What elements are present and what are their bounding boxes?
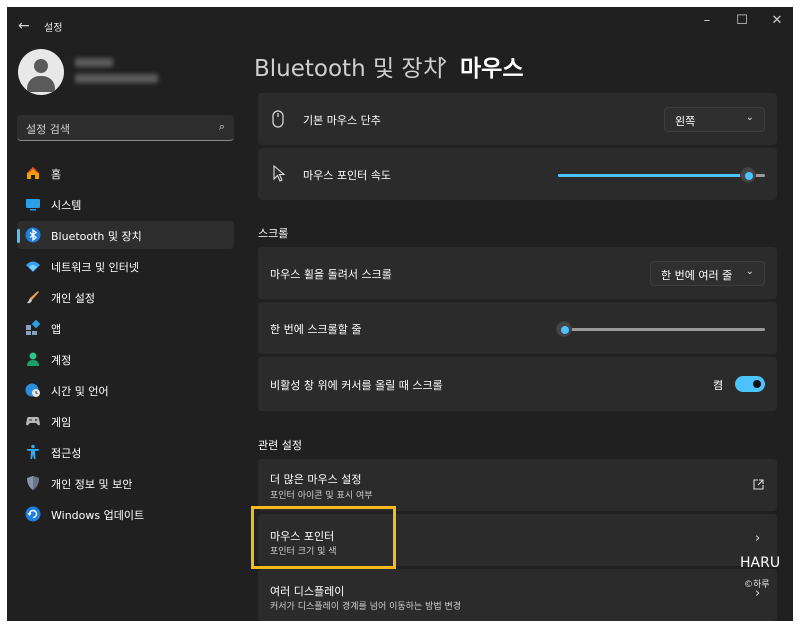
- lines-scroll-card: 한 번에 스크롤할 줄: [258, 302, 777, 354]
- settings-window: ← 설정 – ☐ ✕ 설정 검색 ⌕ 홈 시스템 Bluetooth 및 장치 …: [7, 7, 793, 621]
- wheel-scroll-dropdown[interactable]: 한 번에 여러 줄 ⌄: [650, 261, 765, 286]
- active-indicator: [17, 229, 20, 243]
- lines-scroll-label: 한 번에 스크롤할 줄: [270, 323, 362, 336]
- sidebar-item-personalization[interactable]: 개인 설정: [17, 283, 234, 311]
- sidebar-item-accessibility[interactable]: 접근성: [17, 438, 234, 466]
- network-icon: [26, 261, 40, 272]
- related-item-label: 더 많은 마우스 설정: [270, 473, 362, 486]
- gamepad-icon: [26, 417, 40, 426]
- update-icon: [25, 506, 41, 522]
- search-icon: ⌕: [218, 120, 225, 133]
- sidebar-item-label: 앱: [51, 323, 62, 336]
- sidebar-item-label: 네트워크 및 인터넷: [51, 261, 139, 274]
- chevron-down-icon: ⌄: [745, 112, 754, 123]
- minimize-icon[interactable]: –: [697, 13, 717, 28]
- more-mouse-settings-link[interactable]: 더 많은 마우스 설정 포인터 아이콘 및 표시 여부: [258, 459, 777, 511]
- slider-thumb[interactable]: [740, 167, 756, 183]
- section-title-related: 관련 설정: [258, 439, 302, 452]
- slider-fill: [558, 174, 748, 177]
- inactive-scroll-toggle[interactable]: [735, 376, 765, 392]
- sidebar-item-label: 시스템: [51, 199, 82, 212]
- related-item-subtitle: 커서가 디스플레이 경계를 넘어 이동하는 방법 변경: [270, 602, 462, 612]
- sidebar-item-apps[interactable]: 앱: [17, 314, 234, 342]
- inactive-scroll-card: 비활성 창 위에 커서를 올릴 때 스크롤 켬: [258, 357, 777, 411]
- watermark-copyright: ©하루: [744, 580, 770, 590]
- sidebar-item-label: 게임: [51, 416, 72, 429]
- close-icon[interactable]: ✕: [767, 13, 787, 28]
- apps-icon: [26, 320, 41, 335]
- person-icon: [34, 59, 48, 73]
- globe-clock-icon: [25, 383, 40, 397]
- dropdown-value: 왼쪽: [675, 115, 696, 128]
- sidebar-item-label: 접근성: [51, 447, 82, 460]
- open-external-icon: [753, 479, 764, 490]
- related-item-label: 여러 디스플레이: [270, 585, 345, 598]
- blurred-username: [75, 58, 113, 67]
- sidebar-item-gaming[interactable]: 게임: [17, 407, 234, 435]
- primary-button-card: 기본 마우스 단추 왼쪽 ⌄: [258, 93, 777, 145]
- system-icon: [26, 199, 40, 211]
- sidebar-item-label: 홈: [51, 168, 62, 181]
- search-placeholder: 설정 검색: [26, 123, 70, 136]
- sidebar-item-network[interactable]: 네트워크 및 인터넷: [17, 252, 234, 280]
- dropdown-value: 한 번에 여러 줄: [661, 269, 733, 282]
- avatar[interactable]: [18, 49, 64, 95]
- chevron-down-icon: ⌄: [745, 266, 754, 277]
- home-icon: [27, 167, 39, 179]
- pointer-speed-label: 마우스 포인터 속도: [303, 169, 391, 182]
- section-title-scroll: 스크롤: [258, 227, 289, 240]
- back-arrow-icon[interactable]: ←: [18, 18, 30, 34]
- breadcrumb-separator: ›: [439, 49, 448, 74]
- slider-thumb[interactable]: [556, 321, 572, 337]
- sidebar-item-privacy[interactable]: 개인 정보 및 보안: [17, 469, 234, 497]
- mouse-icon: [272, 110, 284, 128]
- sidebar-item-system[interactable]: 시스템: [17, 190, 234, 218]
- slider-track: [558, 328, 765, 331]
- pointer-speed-slider[interactable]: [558, 167, 765, 183]
- sidebar-item-bluetooth[interactable]: Bluetooth 및 장치: [17, 221, 234, 249]
- multiple-displays-link[interactable]: 여러 디스플레이 커서가 디스플레이 경계를 넘어 이동하는 방법 변경 ›: [258, 569, 777, 621]
- pointer-speed-card: 마우스 포인터 속도: [258, 148, 777, 200]
- accessibility-icon: [27, 444, 39, 459]
- shield-icon: [27, 476, 39, 490]
- related-item-subtitle: 포인터 아이콘 및 표시 여부: [270, 491, 373, 501]
- chevron-right-icon: ›: [755, 531, 761, 546]
- breadcrumb-parent[interactable]: Bluetooth 및 장치: [254, 49, 444, 83]
- wheel-scroll-label: 마우스 휠을 돌려서 스크롤: [270, 268, 392, 281]
- sidebar-item-windows-update[interactable]: Windows 업데이트: [17, 500, 234, 528]
- toggle-state-label: 켬: [713, 379, 724, 392]
- primary-button-label: 기본 마우스 단추: [303, 114, 381, 127]
- sidebar-item-label: 개인 설정: [51, 292, 95, 305]
- brush-icon: [27, 291, 39, 304]
- blurred-email: [75, 74, 158, 83]
- maximize-icon[interactable]: ☐: [732, 13, 752, 28]
- watermark-text: HARU: [740, 555, 781, 571]
- page-title: 마우스: [460, 56, 524, 82]
- sidebar-item-label: 개인 정보 및 보안: [51, 478, 133, 491]
- app-title: 설정: [44, 23, 63, 34]
- wheel-scroll-card: 마우스 휠을 돌려서 스크롤 한 번에 여러 줄 ⌄: [258, 247, 777, 299]
- sidebar-item-label: 계정: [51, 354, 72, 367]
- sidebar-item-label: Windows 업데이트: [51, 509, 145, 522]
- sidebar-item-home[interactable]: 홈: [17, 159, 234, 187]
- sidebar-item-label: Bluetooth 및 장치: [51, 230, 142, 243]
- cursor-icon: [273, 165, 286, 182]
- sidebar-item-label: 시간 및 언어: [51, 385, 109, 398]
- bluetooth-icon: [25, 227, 41, 243]
- search-input[interactable]: 설정 검색 ⌕: [17, 115, 234, 141]
- account-icon: [27, 352, 39, 366]
- lines-scroll-slider[interactable]: [556, 321, 765, 337]
- sidebar-item-time-language[interactable]: 시간 및 언어: [17, 376, 234, 404]
- highlight-box: [251, 506, 396, 569]
- inactive-scroll-label: 비활성 창 위에 커서를 올릴 때 스크롤: [270, 379, 443, 392]
- primary-button-dropdown[interactable]: 왼쪽 ⌄: [664, 107, 765, 132]
- sidebar-item-accounts[interactable]: 계정: [17, 345, 234, 373]
